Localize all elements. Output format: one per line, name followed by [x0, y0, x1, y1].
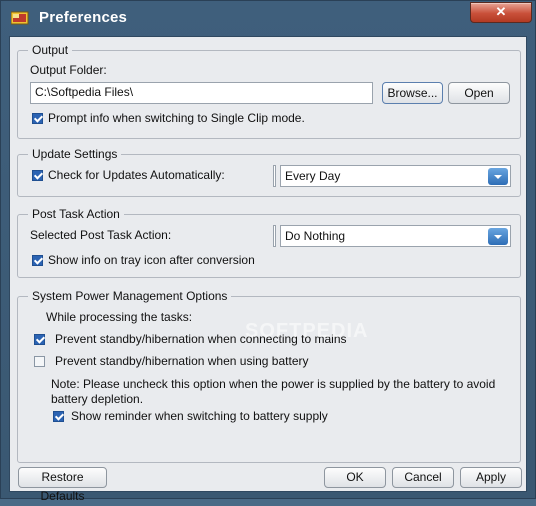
update-settings-legend: Update Settings	[28, 147, 122, 161]
output-group: Output Output Folder: C:\Softpedia Files…	[17, 43, 521, 139]
chevron-down-icon[interactable]	[488, 228, 508, 245]
browse-button[interactable]: Browse...	[382, 82, 443, 104]
open-button[interactable]: Open	[448, 82, 510, 104]
update-frequency-select[interactable]: Every Day	[280, 165, 511, 187]
prompt-info-label: Prompt info when switching to Single Cli…	[48, 111, 305, 125]
title-bar[interactable]: Preferences ✕	[1, 1, 535, 35]
preferences-window: Preferences ✕ Output Output Folder: C:\S…	[0, 0, 536, 503]
post-task-selected-label: Selected Post Task Action:	[30, 228, 172, 242]
tray-info-checkbox[interactable]	[32, 255, 43, 266]
post-task-action-value: Do Nothing	[285, 229, 346, 243]
watermark: SOFTPEDIA	[245, 320, 369, 342]
battery-reminder-label: Show reminder when switching to battery …	[71, 409, 328, 423]
combo-edge	[273, 165, 276, 187]
prompt-info-checkbox[interactable]	[32, 113, 43, 124]
battery-note-line1: Note: Please uncheck this option when th…	[51, 377, 496, 391]
apply-button[interactable]: Apply	[460, 467, 522, 488]
post-task-group: Post Task Action Selected Post Task Acti…	[17, 207, 521, 278]
power-management-legend: System Power Management Options	[28, 289, 232, 303]
prevent-battery-checkbox[interactable]	[34, 356, 45, 367]
restore-defaults-button[interactable]: Restore Defaults	[18, 467, 107, 503]
prevent-battery-label: Prevent standby/hibernation when using b…	[55, 354, 309, 368]
check-updates-checkbox[interactable]	[32, 170, 43, 181]
tray-info-label: Show info on tray icon after conversion	[48, 253, 255, 267]
app-icon	[11, 11, 29, 25]
battery-reminder-checkbox[interactable]	[53, 411, 64, 422]
while-processing-label: While processing the tasks:	[46, 310, 193, 324]
ok-button[interactable]: OK	[324, 467, 386, 488]
battery-note-line2: battery depletion.	[51, 392, 144, 406]
post-task-action-select[interactable]: Do Nothing	[280, 225, 511, 247]
dialog-body: Output Output Folder: C:\Softpedia Files…	[9, 36, 527, 503]
check-updates-label: Check for Updates Automatically:	[48, 168, 225, 182]
output-folder-input[interactable]: C:\Softpedia Files\	[30, 82, 373, 104]
output-legend: Output	[28, 43, 73, 57]
chevron-down-icon[interactable]	[488, 168, 508, 185]
prevent-mains-checkbox[interactable]	[34, 334, 45, 345]
window-title: Preferences	[39, 9, 128, 26]
update-frequency-value: Every Day	[285, 169, 341, 183]
cancel-button[interactable]: Cancel	[392, 467, 454, 488]
close-button[interactable]: ✕	[470, 2, 532, 23]
output-folder-label: Output Folder:	[30, 63, 107, 77]
post-task-legend: Post Task Action	[28, 207, 124, 221]
update-settings-group: Update Settings Check for Updates Automa…	[17, 147, 521, 197]
combo-edge	[273, 225, 276, 247]
